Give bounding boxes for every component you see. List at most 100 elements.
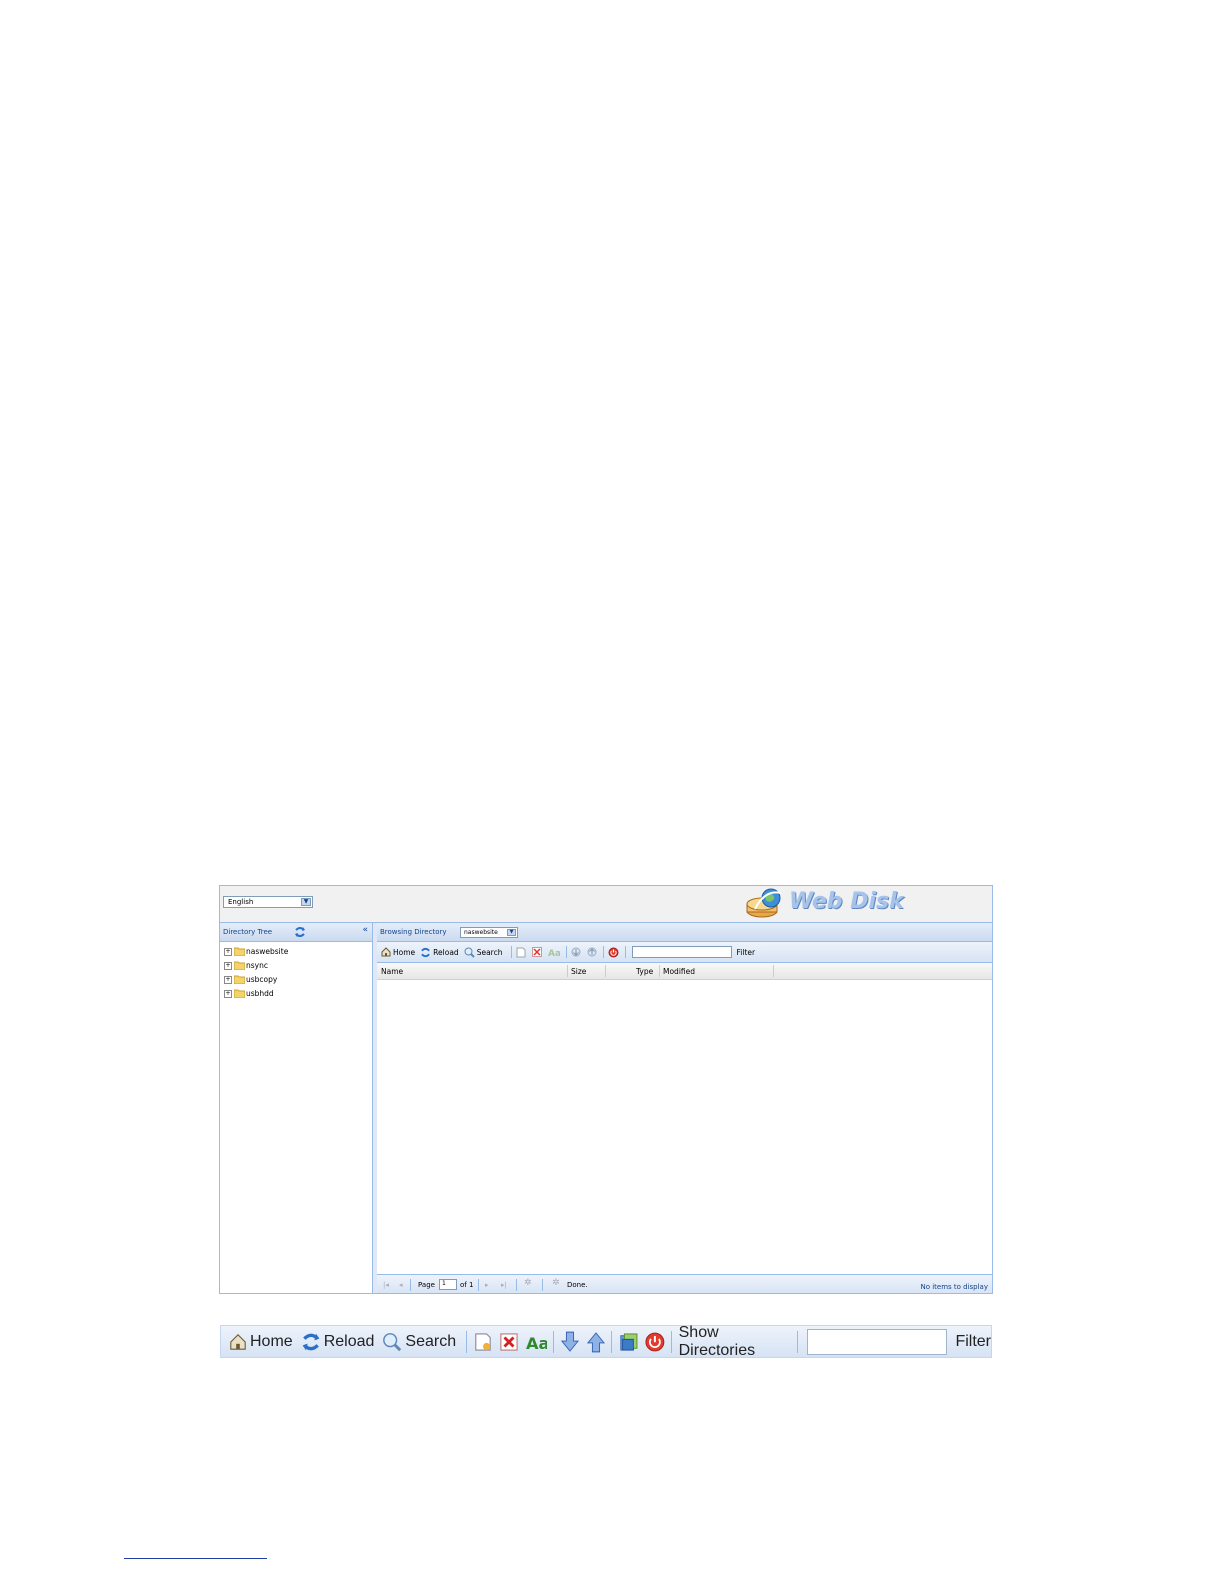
search-button[interactable]: Search: [464, 947, 503, 958]
directory-tree-header: Directory Tree «: [220, 923, 372, 942]
reload-icon: [421, 947, 430, 957]
directory-tree: + naswebsite + nsync + usbcopy + usbhdd: [220, 942, 372, 1001]
web-disk-logo: Web Disk: [745, 887, 905, 920]
tree-item-label: naswebsite: [246, 947, 289, 956]
search-icon: [464, 947, 475, 958]
column-type[interactable]: Type: [636, 967, 653, 976]
column-separator: [659, 965, 660, 977]
column-size[interactable]: Size: [571, 967, 586, 976]
directory-select[interactable]: naswebsite ▼: [460, 927, 518, 938]
page-number-input[interactable]: 1: [439, 1279, 457, 1290]
show-directories-button[interactable]: Show Directories: [679, 1324, 788, 1360]
toolbar: Home Reload Search Aa Filter: [377, 942, 992, 963]
folder-icon: [234, 975, 245, 984]
new-file-icon[interactable]: [516, 947, 526, 958]
first-page-icon[interactable]: |◂: [383, 1281, 389, 1289]
rename-icon[interactable]: Aa: [548, 947, 560, 957]
search-label: Search: [476, 947, 503, 957]
directory-value: naswebsite: [464, 929, 498, 936]
toolbar-separator: [797, 1330, 799, 1353]
tree-item[interactable]: + usbhdd: [220, 987, 372, 1001]
pager-separator: [516, 1279, 517, 1291]
pager-separator: [410, 1279, 411, 1291]
footnote-rule: [124, 1558, 267, 1559]
column-separator: [773, 965, 774, 977]
column-separator: [605, 965, 606, 977]
new-file-icon[interactable]: [474, 1331, 492, 1353]
directory-tree-panel: Directory Tree « + naswebsite + nsync +: [220, 923, 373, 1293]
filter-input[interactable]: [632, 946, 733, 958]
expand-icon[interactable]: +: [224, 990, 232, 998]
empty-message: No items to display: [920, 1283, 988, 1291]
reload-button[interactable]: Reload: [301, 1332, 374, 1352]
show-directories-label: Show Directories: [678, 1323, 756, 1359]
column-separator: [567, 965, 568, 977]
panel-title: Directory Tree: [223, 928, 273, 936]
toolbar-separator: [603, 946, 605, 958]
toolbar-separator: [566, 946, 568, 958]
filter-input[interactable]: [807, 1328, 948, 1355]
page-label: Page: [418, 1281, 435, 1289]
rename-icon[interactable]: Aa: [526, 1332, 548, 1352]
tree-item[interactable]: + usbcopy: [220, 973, 372, 987]
chevron-down-icon: ▼: [301, 898, 311, 906]
disk-globe-icon: [746, 888, 782, 918]
tree-item-label: usbcopy: [246, 975, 278, 984]
toolbar-separator: [670, 1330, 672, 1353]
loading-icon: ✲: [552, 1278, 560, 1288]
upload-icon[interactable]: [587, 947, 597, 957]
folder-icon: [234, 989, 245, 998]
delete-icon[interactable]: [500, 1332, 518, 1352]
reload-button[interactable]: Reload: [420, 947, 459, 958]
upload-icon[interactable]: [587, 1331, 606, 1353]
refresh-icon[interactable]: ✲: [524, 1278, 532, 1288]
enlarged-toolbar: Home Reload Search Aa Show Directories F…: [220, 1324, 992, 1360]
page-number-value: 1: [442, 1280, 446, 1287]
home-button[interactable]: Home: [381, 947, 415, 957]
delete-icon[interactable]: [532, 947, 543, 957]
svg-text:Aa: Aa: [548, 949, 560, 957]
status-text: Done.: [567, 1281, 588, 1289]
prev-page-icon[interactable]: ◂: [399, 1281, 403, 1289]
next-page-icon[interactable]: ▸: [485, 1281, 489, 1289]
collapse-left-icon[interactable]: «: [362, 925, 368, 935]
column-name[interactable]: Name: [381, 967, 403, 976]
home-icon: [381, 947, 391, 957]
search-button[interactable]: Search: [382, 1332, 456, 1352]
toolbar-separator: [466, 1330, 467, 1353]
reload-icon[interactable]: [294, 926, 306, 938]
toolbar-separator: [511, 946, 513, 958]
page-count-label: of 1: [460, 1281, 474, 1289]
file-grid-body: [377, 980, 992, 1276]
tree-item[interactable]: + naswebsite: [220, 945, 372, 959]
top-bar: English ▼ Web Disk: [220, 886, 992, 923]
search-label: Search: [405, 1332, 457, 1350]
column-modified[interactable]: Modified: [663, 967, 695, 976]
download-icon[interactable]: [571, 947, 581, 957]
home-label: Home: [393, 947, 416, 957]
expand-icon[interactable]: +: [224, 962, 232, 970]
filter-label: Filter: [955, 1332, 992, 1350]
logout-icon[interactable]: [645, 1331, 665, 1353]
home-button[interactable]: Home: [229, 1333, 293, 1351]
chevron-down-icon: ▼: [507, 929, 516, 936]
web-disk-window: English ▼ Web Disk Directory Tree « + na…: [219, 885, 993, 1294]
toolbar-separator: [611, 1330, 613, 1353]
svg-text:Aa: Aa: [526, 1334, 548, 1352]
download-icon[interactable]: [561, 1331, 580, 1353]
logout-icon[interactable]: [608, 947, 619, 958]
panel-title: Browsing Directory: [380, 928, 447, 936]
tree-item[interactable]: + nsync: [220, 959, 372, 973]
pager-separator: [542, 1279, 543, 1291]
folder-icon: [234, 961, 245, 970]
last-page-icon[interactable]: ▸|: [501, 1281, 507, 1289]
file-grid-header: Name Size Type Modified: [377, 963, 992, 980]
tree-item-label: nsync: [246, 961, 268, 970]
directory-view-icon[interactable]: [619, 1331, 639, 1353]
logo-text: Web Disk: [789, 889, 904, 914]
expand-icon[interactable]: +: [224, 976, 232, 984]
reload-label: Reload: [433, 947, 459, 957]
expand-icon[interactable]: +: [224, 948, 232, 956]
pager-separator: [478, 1279, 479, 1291]
language-select[interactable]: English ▼: [223, 896, 313, 908]
